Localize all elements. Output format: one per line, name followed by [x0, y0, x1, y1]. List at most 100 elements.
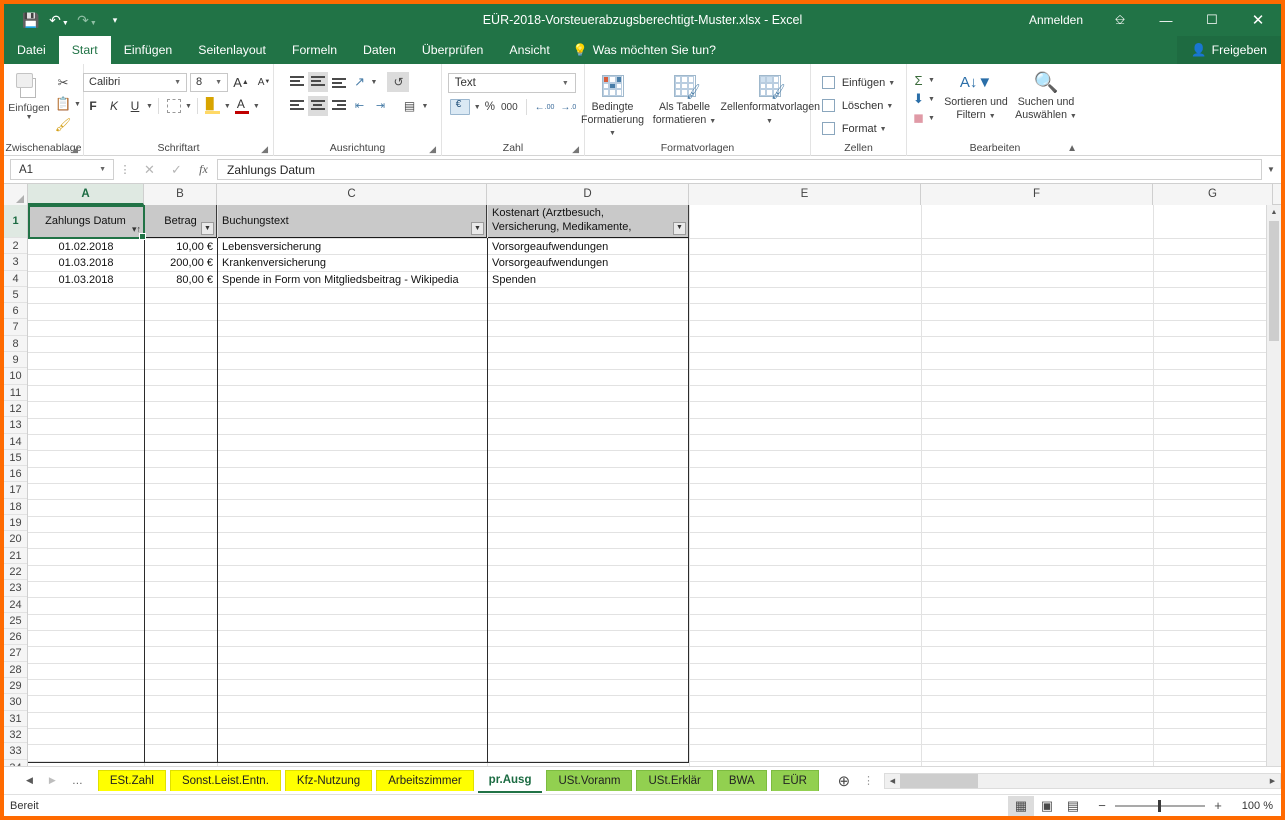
vertical-scrollbar[interactable]: ▲: [1266, 205, 1281, 766]
cell-d2[interactable]: Vorsorgeaufwendungen: [488, 239, 689, 254]
find-select-dropdown-icon[interactable]: ▼: [1070, 113, 1077, 120]
undo-icon[interactable]: ↶▼: [46, 8, 72, 32]
format-as-table-button[interactable]: 🖌 Als Tabelle formatieren ▼: [649, 70, 721, 139]
row-header-28[interactable]: 28: [4, 662, 27, 678]
filter-dropdown-icon[interactable]: ▼: [201, 222, 214, 235]
font-color-dropdown-icon[interactable]: ▼: [253, 103, 260, 110]
cell-a2[interactable]: 01.02.2018: [28, 239, 144, 254]
row-header-11[interactable]: 11: [4, 385, 27, 401]
cell-d3[interactable]: Vorsorgeaufwendungen: [488, 255, 689, 270]
zoom-value[interactable]: 100 %: [1231, 800, 1273, 812]
sort-filter-button[interactable]: A↓▼ Sortieren und Filtern ▼: [941, 70, 1011, 127]
underline-button[interactable]: U: [125, 96, 145, 116]
column-header-c[interactable]: C: [217, 184, 487, 205]
underline-dropdown-icon[interactable]: ▼: [146, 103, 153, 110]
zoom-slider[interactable]: [1115, 805, 1205, 807]
column-header-d[interactable]: D: [487, 184, 689, 205]
row-header-22[interactable]: 22: [4, 564, 27, 580]
number-dialog-launcher-icon[interactable]: ◢: [572, 144, 579, 155]
row-header-30[interactable]: 30: [4, 694, 27, 710]
font-color-icon[interactable]: A: [232, 96, 252, 116]
row-header-12[interactable]: 12: [4, 401, 27, 417]
alignment-dialog-launcher-icon[interactable]: ◢: [429, 144, 436, 155]
clear-button[interactable]: ◼ ▼: [909, 109, 941, 127]
wrap-text-icon[interactable]: ↺: [387, 72, 409, 92]
row-header-13[interactable]: 13: [4, 417, 27, 433]
thousands-separator-button[interactable]: 000: [499, 98, 520, 116]
row-header-5[interactable]: 5: [4, 287, 27, 303]
format-cells-button[interactable]: Format ▼: [822, 119, 895, 139]
paste-dropdown-icon[interactable]: ▼: [6, 114, 52, 121]
sheet-tab-sonst-leist-entn[interactable]: Sonst.Leist.Entn.: [170, 770, 281, 791]
zoom-slider-thumb[interactable]: [1158, 800, 1161, 812]
cell-d4[interactable]: Spenden: [488, 272, 689, 287]
row-header-7[interactable]: 7: [4, 319, 27, 335]
collapse-ribbon-icon[interactable]: ▲: [1067, 143, 1077, 154]
previous-sheet-icon[interactable]: ◀: [26, 775, 33, 786]
font-name-input[interactable]: Calibri ▼: [83, 73, 187, 92]
row-header-21[interactable]: 21: [4, 548, 27, 564]
tab-split-handle[interactable]: ⋮: [863, 774, 874, 787]
delete-dropdown-icon[interactable]: ▼: [886, 103, 893, 110]
cell-styles-button[interactable]: 🖌 Zellenformatvorlagen ▼: [721, 70, 819, 139]
format-dropdown-icon[interactable]: ▼: [880, 126, 887, 133]
column-header-e[interactable]: E: [689, 184, 921, 205]
redo-icon[interactable]: ↷▼: [74, 8, 100, 32]
row-header-23[interactable]: 23: [4, 580, 27, 596]
number-format-select[interactable]: Text ▼: [448, 73, 576, 93]
merge-dropdown-icon[interactable]: ▼: [422, 103, 429, 110]
row-header-3[interactable]: 3: [4, 254, 27, 270]
align-top-icon[interactable]: [287, 72, 307, 92]
cell-b4[interactable]: 80,00 €: [145, 272, 217, 287]
column-header-f[interactable]: F: [921, 184, 1153, 205]
font-name-dropdown-icon[interactable]: ▼: [171, 79, 184, 86]
borders-icon[interactable]: [164, 96, 184, 116]
table-header-buchungstext[interactable]: Buchungstext ▼: [218, 205, 487, 238]
row-header-14[interactable]: 14: [4, 434, 27, 450]
insert-dropdown-icon[interactable]: ▼: [888, 80, 895, 87]
row-header-10[interactable]: 10: [4, 368, 27, 384]
autosum-dropdown-icon[interactable]: ▼: [928, 77, 935, 84]
number-format-dropdown-icon[interactable]: ▼: [558, 80, 573, 87]
zoom-out-icon[interactable]: −: [1096, 798, 1108, 813]
customize-quick-access-icon[interactable]: ▾: [102, 8, 128, 32]
increase-decimal-icon[interactable]: ←.00: [533, 98, 557, 116]
fill-color-icon[interactable]: █: [203, 96, 223, 116]
sheet-tab-pr-ausg[interactable]: pr.Ausg: [478, 769, 543, 793]
next-sheet-icon[interactable]: ▶: [49, 775, 56, 786]
align-left-icon[interactable]: [287, 96, 307, 116]
sheet-tab-est-zahl[interactable]: ESt.Zahl: [98, 770, 166, 791]
sheet-tab-kfz-nutzung[interactable]: Kfz-Nutzung: [285, 770, 372, 791]
minimize-icon[interactable]: —: [1143, 4, 1189, 36]
row-header-29[interactable]: 29: [4, 678, 27, 694]
filter-dropdown-icon[interactable]: ▼: [471, 222, 484, 235]
increase-indent-icon[interactable]: ⇥: [371, 96, 391, 116]
tab-ueberpruefen[interactable]: Überprüfen: [409, 36, 497, 64]
row-header-18[interactable]: 18: [4, 499, 27, 515]
ribbon-display-options-icon[interactable]: ⎒: [1097, 4, 1143, 36]
column-header-g[interactable]: G: [1153, 184, 1273, 205]
row-header-26[interactable]: 26: [4, 629, 27, 645]
autosum-button[interactable]: Σ ▼: [909, 71, 941, 89]
tab-seitenlayout[interactable]: Seitenlayout: [185, 36, 279, 64]
sheet-tab-bwa[interactable]: BWA: [717, 770, 767, 791]
cell-b3[interactable]: 200,00 €: [145, 255, 217, 270]
table-header-betrag[interactable]: Betrag ▼: [145, 205, 217, 238]
sign-in-button[interactable]: Anmelden: [1015, 13, 1097, 27]
close-icon[interactable]: ✕: [1235, 4, 1281, 36]
zoom-in-icon[interactable]: +: [1212, 798, 1224, 813]
tab-einfuegen[interactable]: Einfügen: [111, 36, 186, 64]
orientation-dropdown-icon[interactable]: ▼: [371, 79, 378, 86]
row-header-9[interactable]: 9: [4, 352, 27, 368]
table-header-zahlungs-datum[interactable]: Zahlungs Datum ▾↑: [28, 205, 144, 238]
grow-font-icon[interactable]: A▲: [231, 72, 251, 92]
conditional-dropdown-icon[interactable]: ▼: [609, 130, 616, 137]
cell-a4[interactable]: 01.03.2018: [28, 272, 144, 287]
tab-daten[interactable]: Daten: [350, 36, 409, 64]
tab-datei[interactable]: Datei: [4, 36, 59, 64]
sheet-tab-ust-voranm[interactable]: USt.Voranm: [546, 770, 632, 791]
find-select-button[interactable]: 🔍 Suchen und Auswählen ▼: [1011, 70, 1081, 127]
sheet-tab-ust-erklaer[interactable]: USt.Erklär: [636, 770, 712, 791]
row-header-20[interactable]: 20: [4, 531, 27, 547]
row-header-27[interactable]: 27: [4, 645, 27, 661]
